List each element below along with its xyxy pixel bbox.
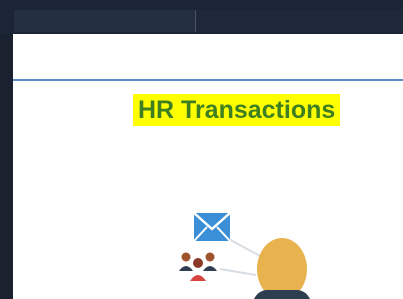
nav-tab-right[interactable]: [196, 10, 403, 32]
mail-icon: [193, 212, 231, 242]
connector-line: [219, 268, 257, 276]
person-avatar-icon: [254, 238, 310, 299]
application-window: HR Transactions: [0, 0, 403, 299]
top-navigation-bar: [0, 0, 403, 36]
page-title: HR Transactions: [133, 94, 341, 126]
page-header: [13, 34, 403, 81]
hr-illustration: [179, 212, 310, 299]
left-frame-border: [0, 34, 13, 299]
people-group-icon: [179, 252, 217, 281]
nav-tab-left[interactable]: [14, 10, 196, 32]
